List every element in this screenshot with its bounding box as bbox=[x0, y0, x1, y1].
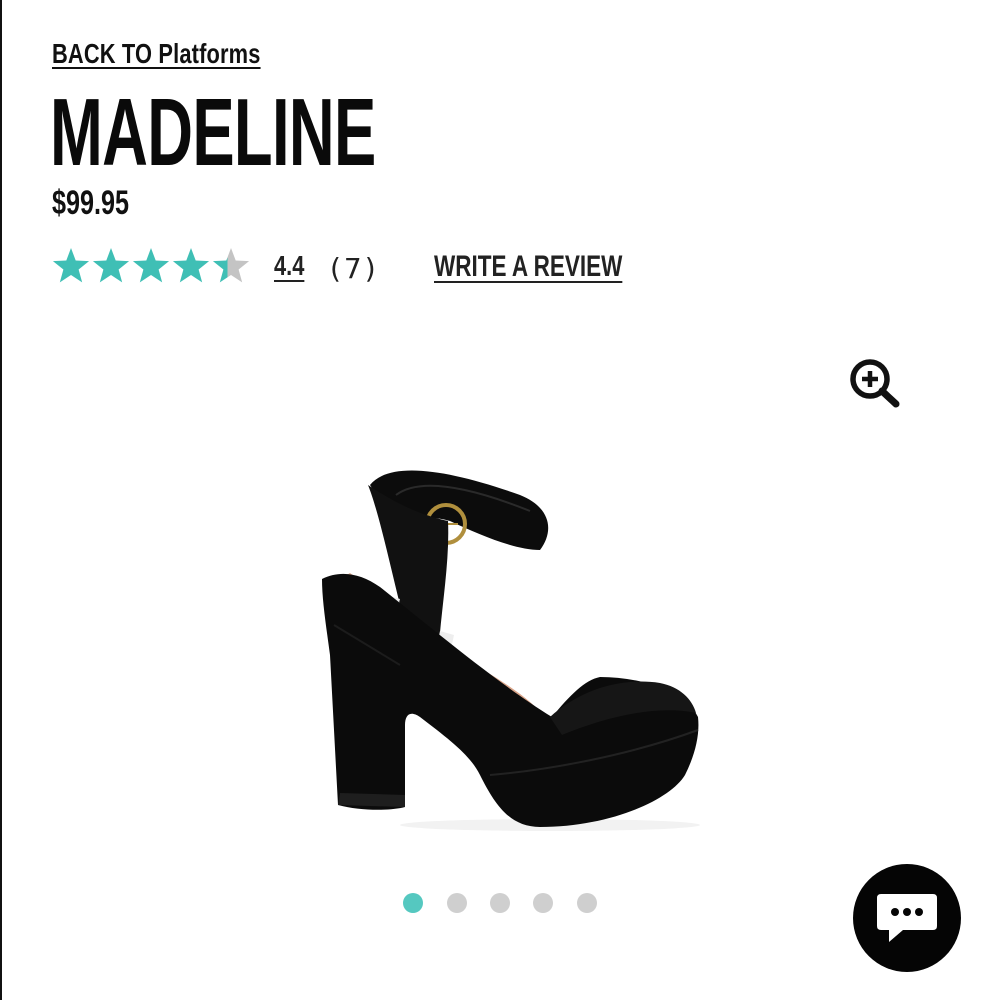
star-icon bbox=[52, 248, 90, 283]
product-price: $99.95 bbox=[52, 184, 129, 222]
star-icon bbox=[172, 248, 210, 283]
carousel-dot-5[interactable] bbox=[577, 893, 597, 913]
star-icon bbox=[92, 248, 130, 283]
product-title: MADELINE bbox=[50, 79, 376, 186]
product-image[interactable] bbox=[300, 455, 720, 845]
carousel-dot-3[interactable] bbox=[490, 893, 510, 913]
write-review-link[interactable]: WRITE A REVIEW bbox=[434, 250, 622, 284]
review-count: (7) bbox=[330, 252, 379, 285]
zoom-in-icon bbox=[850, 359, 900, 408]
chat-bubble-icon bbox=[877, 894, 937, 942]
back-to-category-link[interactable]: BACK TO Platforms bbox=[52, 38, 261, 70]
rating-value[interactable]: 4.4 bbox=[274, 250, 304, 282]
carousel-dot-4[interactable] bbox=[533, 893, 553, 913]
left-border bbox=[0, 0, 2, 1000]
chat-button[interactable] bbox=[853, 864, 961, 972]
zoom-button[interactable] bbox=[846, 356, 904, 410]
star-rating bbox=[52, 248, 250, 283]
star-icon bbox=[132, 248, 170, 283]
image-carousel-dots bbox=[403, 893, 603, 915]
rating-row: 4.4 (7) WRITE A REVIEW bbox=[52, 246, 672, 290]
platform-sandal-image bbox=[322, 470, 700, 831]
carousel-dot-2[interactable] bbox=[447, 893, 467, 913]
carousel-dot-1[interactable] bbox=[403, 893, 423, 913]
star-icon bbox=[212, 248, 250, 283]
